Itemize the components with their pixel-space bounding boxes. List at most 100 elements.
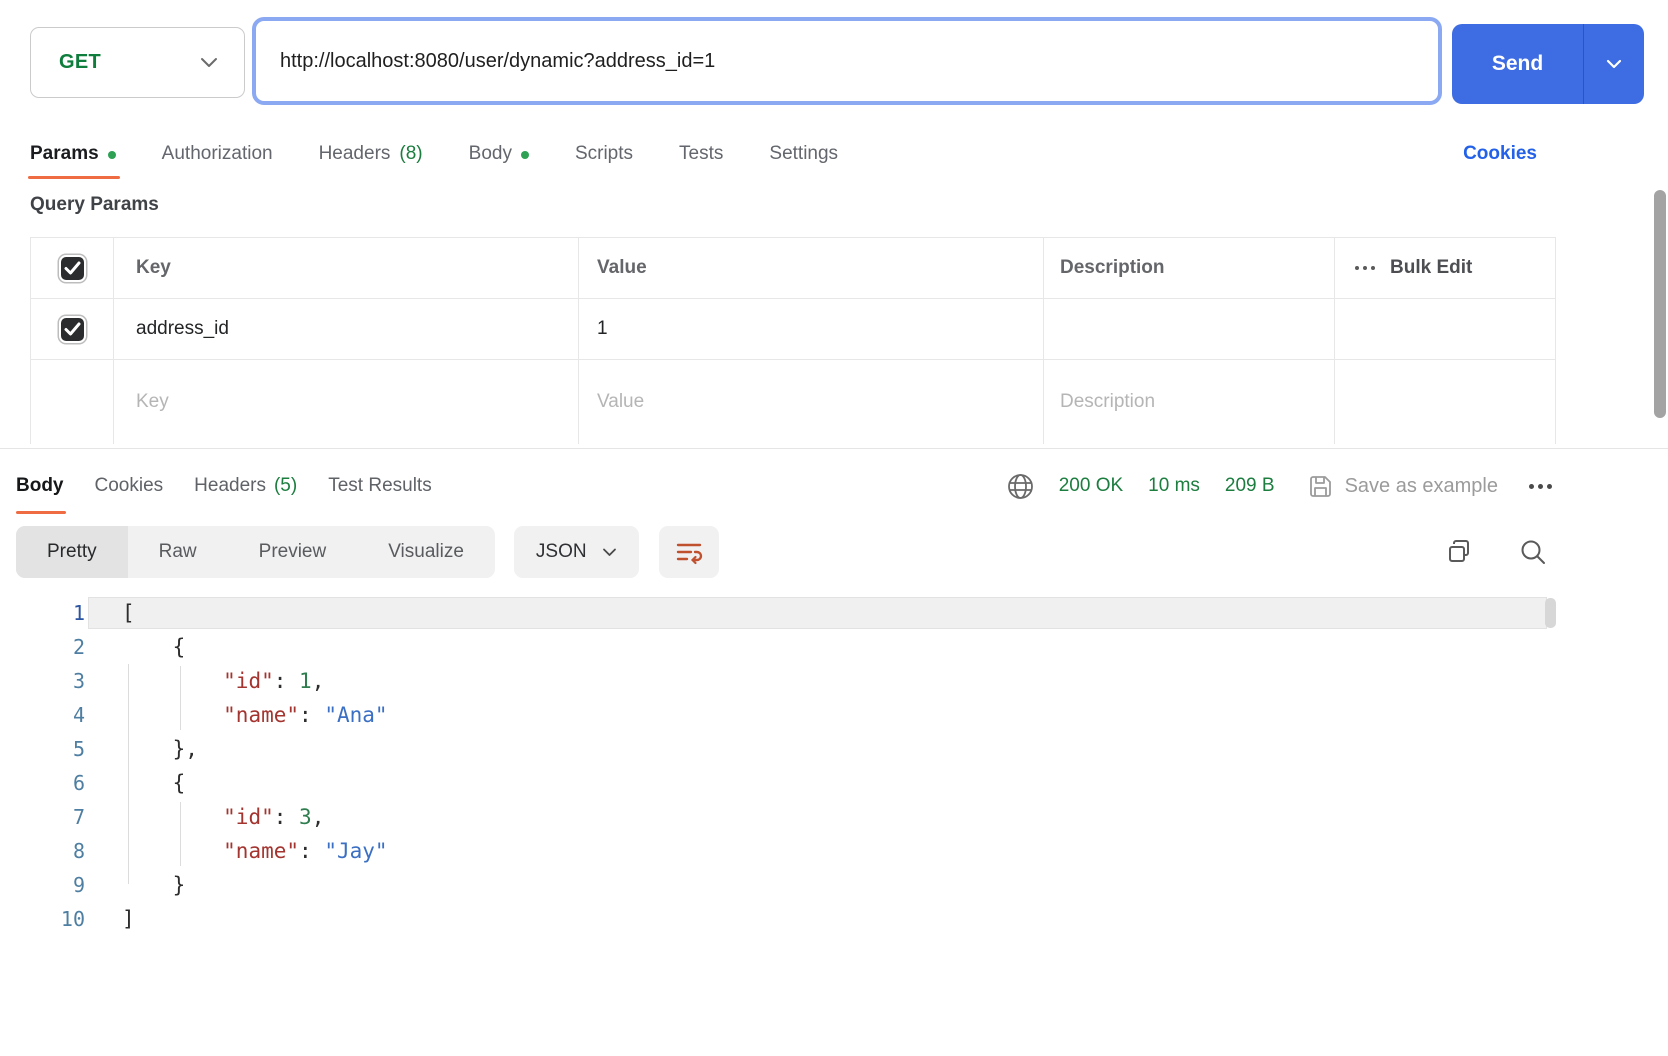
- view-mode-visualize[interactable]: Visualize: [357, 526, 495, 578]
- code-line: 3 "id": 1,: [0, 664, 1668, 698]
- response-tab-headers[interactable]: Headers (5): [194, 475, 297, 497]
- send-button[interactable]: Send: [1452, 24, 1583, 104]
- response-tab-test-results[interactable]: Test Results: [328, 475, 431, 497]
- code-line: 6 {: [0, 766, 1668, 800]
- send-options-button[interactable]: [1584, 24, 1644, 104]
- view-mode-raw[interactable]: Raw: [128, 526, 228, 578]
- column-header-key: Key: [114, 238, 579, 298]
- tab-tests[interactable]: Tests: [679, 143, 723, 165]
- request-tabs: Params Authorization Headers (8) Body Sc…: [28, 130, 1537, 179]
- code-line: 8 "name": "Jay": [0, 834, 1668, 868]
- wrap-lines-button[interactable]: [658, 526, 719, 578]
- code-text: "name": "Ana": [223, 703, 388, 727]
- tab-label: Settings: [769, 143, 839, 164]
- tab-label: Body: [468, 143, 512, 164]
- save-as-example-label: Save as example: [1344, 474, 1498, 497]
- format-label: JSON: [535, 541, 587, 562]
- column-header-value: Value: [579, 238, 1044, 298]
- method-dropdown[interactable]: GET: [30, 27, 245, 98]
- column-options-icon[interactable]: [1355, 266, 1375, 270]
- response-tab-cookies[interactable]: Cookies: [95, 475, 164, 497]
- view-mode-pretty[interactable]: Pretty: [16, 526, 128, 578]
- chevron-down-icon: [602, 548, 617, 557]
- query-params-title: Query Params: [30, 194, 159, 215]
- param-row: address_id 1: [31, 299, 1555, 360]
- line-number: 1: [72, 601, 85, 625]
- code-text: ]: [122, 907, 135, 931]
- status-code[interactable]: 200 OK: [1059, 475, 1123, 497]
- code-text: {: [122, 771, 186, 795]
- param-key-placeholder[interactable]: Key: [114, 360, 579, 444]
- code-text: },: [122, 737, 198, 761]
- save-floppy-icon: [1308, 474, 1333, 499]
- select-all-checkbox[interactable]: [58, 254, 86, 282]
- save-as-example-button[interactable]: Save as example: [1308, 474, 1498, 499]
- param-description-cell[interactable]: [1044, 299, 1335, 359]
- response-more-options-icon[interactable]: [1529, 483, 1552, 489]
- code-line: 5 },: [0, 732, 1668, 766]
- code-lines: 1[2 {3 "id": 1, 4 "name": "Ana" 5 }, 6 {7 "…: [0, 596, 1668, 936]
- modified-dot: [520, 150, 529, 159]
- code-line: 9 }: [0, 868, 1668, 902]
- code-line: 1[: [0, 596, 1668, 630]
- window-scrollbar-thumb[interactable]: [1654, 190, 1666, 418]
- query-params-table: Key Value Description Bulk Edit address_…: [30, 237, 1556, 444]
- view-mode-preview[interactable]: Preview: [228, 526, 358, 578]
- response-status-cluster: 200 OK 10 ms 209 B Save as example: [1007, 473, 1552, 500]
- line-number: 9: [72, 873, 85, 897]
- response-headers-count: (5): [273, 475, 298, 496]
- param-value-placeholder[interactable]: Value: [579, 360, 1044, 444]
- line-number: 5: [72, 737, 85, 761]
- status-size[interactable]: 209 B: [1225, 475, 1275, 497]
- tab-params[interactable]: Params: [28, 143, 120, 179]
- chevron-down-icon: [200, 57, 218, 68]
- tab-label: Authorization: [161, 143, 273, 164]
- tab-label: Test Results: [328, 475, 432, 496]
- code-line: 2 {: [0, 630, 1668, 664]
- code-line: 7 "id": 3,: [0, 800, 1668, 834]
- tab-label: Headers: [318, 143, 391, 164]
- view-mode-segmented-control: Pretty Raw Preview Visualize: [16, 526, 495, 578]
- wrap-lines-icon: [674, 539, 704, 565]
- code-line: 10]: [0, 902, 1668, 936]
- code-text: [: [122, 601, 135, 625]
- copy-response-icon[interactable]: [1444, 537, 1474, 567]
- param-value-cell[interactable]: 1: [579, 299, 1044, 359]
- line-number: 8: [72, 839, 85, 863]
- status-time[interactable]: 10 ms: [1148, 475, 1200, 497]
- tab-body[interactable]: Body: [469, 143, 529, 165]
- param-key-cell[interactable]: address_id: [114, 299, 579, 359]
- method-label: GET: [59, 51, 102, 73]
- code-scrollbar-thumb[interactable]: [1545, 598, 1556, 628]
- code-text: "id": 3,: [223, 805, 325, 829]
- tab-settings[interactable]: Settings: [769, 143, 838, 165]
- response-body-code[interactable]: 1[2 {3 "id": 1, 4 "name": "Ana" 5 }, 6 {7 "…: [0, 596, 1668, 936]
- line-number: 6: [72, 771, 85, 795]
- code-text: }: [122, 873, 186, 897]
- search-response-icon[interactable]: [1518, 537, 1548, 567]
- cookies-link[interactable]: Cookies: [1463, 143, 1537, 165]
- response-tabs: Body Cookies Headers (5) Test Results: [16, 475, 432, 514]
- chevron-down-icon: [1606, 59, 1622, 69]
- code-text: "name": "Jay": [223, 839, 388, 863]
- app-window: GET Send Params Authorization Headers (8…: [0, 0, 1668, 1056]
- param-checkbox[interactable]: [58, 315, 86, 343]
- code-text: "id": 1,: [223, 669, 325, 693]
- tab-scripts[interactable]: Scripts: [575, 143, 633, 165]
- line-number: 3: [72, 669, 85, 693]
- network-globe-icon[interactable]: [1007, 473, 1034, 500]
- tab-label: Headers: [194, 475, 266, 496]
- code-line: 4 "name": "Ana": [0, 698, 1668, 732]
- tab-headers[interactable]: Headers (8): [319, 143, 423, 165]
- tab-label: Cookies: [94, 475, 164, 496]
- bulk-edit-button[interactable]: Bulk Edit: [1390, 257, 1472, 279]
- url-input[interactable]: [256, 21, 1438, 101]
- param-description-placeholder[interactable]: Description: [1044, 360, 1335, 444]
- response-header: Body Cookies Headers (5) Test Results 20…: [16, 449, 1552, 523]
- response-tab-body[interactable]: Body: [16, 475, 65, 514]
- response-toolbar: Pretty Raw Preview Visualize JSON: [16, 524, 1548, 580]
- tab-authorization[interactable]: Authorization: [162, 143, 273, 165]
- modified-dot: [107, 150, 116, 159]
- tab-label: Tests: [679, 143, 724, 164]
- format-dropdown[interactable]: JSON: [513, 526, 639, 578]
